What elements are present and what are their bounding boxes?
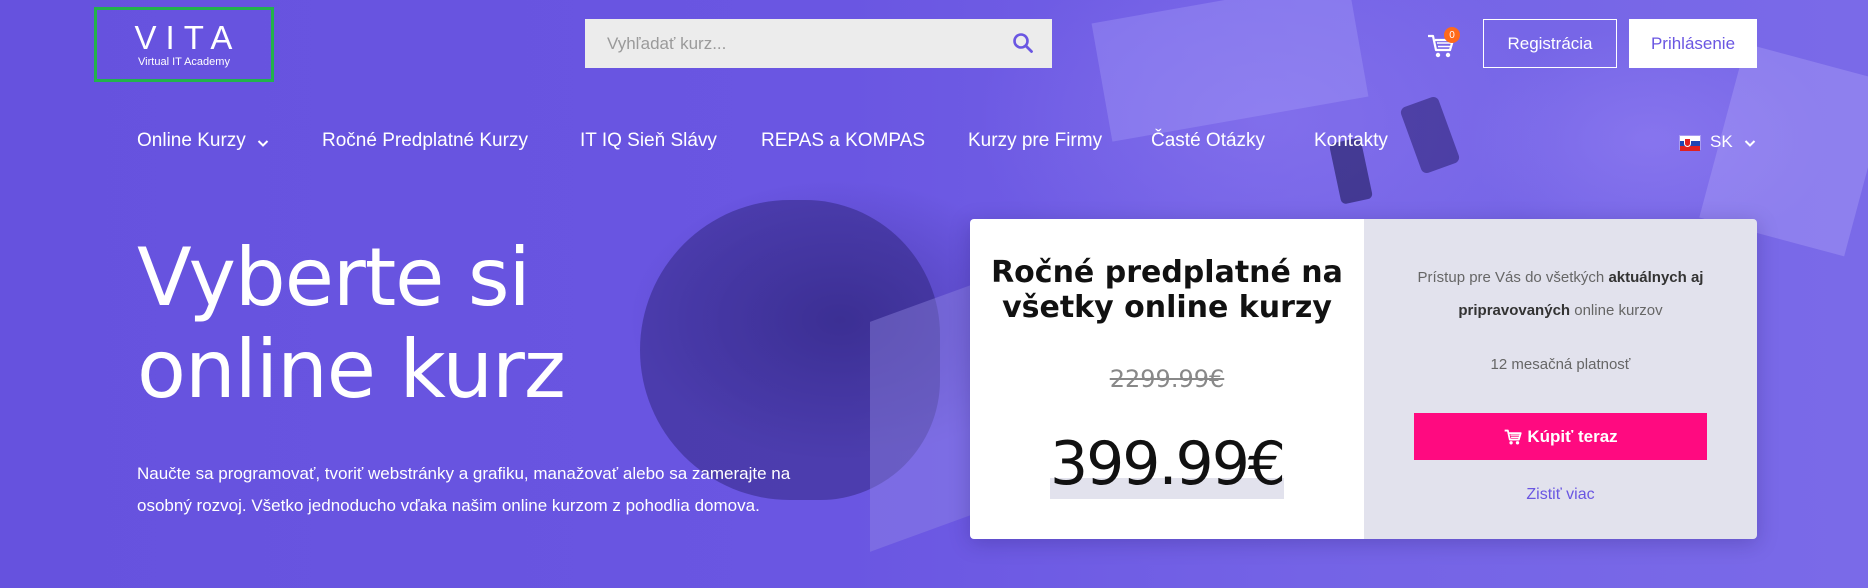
logo[interactable]: VITA Virtual IT Academy [94, 7, 274, 82]
hero-description: Naučte sa programovať, tvoriť webstránky… [137, 464, 791, 515]
login-button[interactable]: Prihlásenie [1629, 19, 1757, 68]
chevron-down-icon [1743, 135, 1757, 149]
logo-title: VITA [134, 19, 242, 56]
search-bar [585, 19, 1052, 68]
offer-details-panel: Prístup pre Vás do všetkých aktuálnych a… [1364, 219, 1757, 539]
buy-now-button[interactable]: Kúpiť teraz [1414, 413, 1707, 460]
buy-now-label: Kúpiť teraz [1527, 426, 1618, 446]
new-price: 399.99€ [1049, 429, 1286, 499]
register-button[interactable]: Registrácia [1483, 19, 1617, 68]
language-selector[interactable]: SK [1679, 132, 1757, 152]
chevron-down-icon [256, 134, 270, 148]
offer-access-text: Prístup pre Vás do všetkých aktuálnych a… [1417, 269, 1704, 319]
language-label: SK [1710, 132, 1733, 151]
slovak-flag-icon [1679, 134, 1701, 151]
nav-item-it-iq[interactable]: IT IQ Sieň Slávy [580, 130, 717, 152]
nav-item-label: Online Kurzy [137, 130, 246, 151]
offer-price-panel: Ročné predplatné na všetky online kurzy … [970, 219, 1364, 539]
search-input[interactable] [585, 19, 995, 68]
offer-validity: 12 mesačná platnosť [1490, 356, 1631, 373]
nav-item-rocne-predplatne[interactable]: Ročné Predplatné Kurzy [322, 130, 528, 152]
hero-title: Vyberte si online kurz [137, 231, 566, 416]
cart-count-badge: 0 [1444, 27, 1460, 43]
old-price: 2299.99€ [1109, 365, 1225, 393]
nav-item-repas-kompas[interactable]: REPAS a KOMPAS [761, 130, 925, 152]
learn-more-link[interactable]: Zistiť viac [1364, 486, 1757, 504]
nav-item-caste-otazky[interactable]: Časté Otázky [1151, 130, 1265, 152]
nav-item-kontakty[interactable]: Kontakty [1314, 130, 1388, 152]
nav-item-kurzy-firmy[interactable]: Kurzy pre Firmy [968, 130, 1102, 152]
search-icon[interactable] [1012, 32, 1034, 54]
subscription-offer-card: Ročné predplatné na všetky online kurzy … [970, 219, 1757, 539]
logo-subtitle: Virtual IT Academy [138, 56, 230, 68]
offer-title: Ročné predplatné na všetky online kurzy [991, 255, 1343, 325]
cart-icon [1503, 428, 1523, 446]
nav-item-online-kurzy[interactable]: Online Kurzy [137, 130, 270, 152]
